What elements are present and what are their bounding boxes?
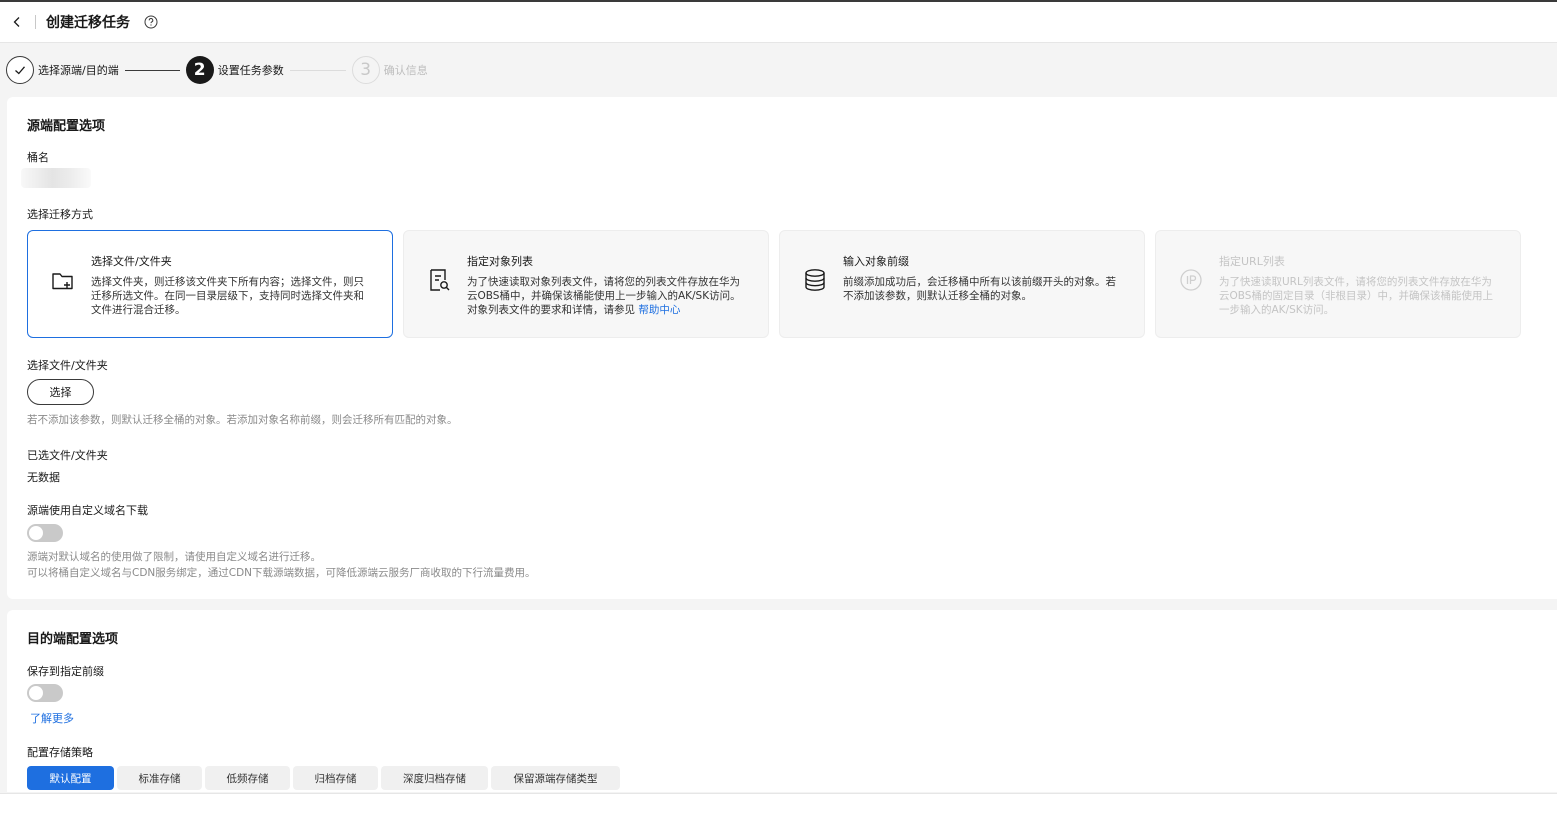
file-select-label: 选择文件/文件夹 (27, 359, 108, 372)
migration-mode-label: 选择迁移方式 (27, 208, 93, 221)
mode-title: 指定URL列表 (1219, 255, 1285, 268)
storage-tab-deep-archive[interactable]: 深度归档存储 (381, 766, 488, 790)
section-title: 源端配置选项 (27, 119, 106, 134)
help-button[interactable] (144, 15, 158, 29)
mode-title: 指定对象列表 (467, 255, 533, 268)
storage-policy-label: 配置存储策略 (27, 746, 93, 759)
source-config-card: 源端配置选项 桶名 选择迁移方式 选择文件/文件夹 选择文件夹，则迁移该文件夹下… (7, 97, 1557, 599)
step-connector (124, 69, 180, 71)
step-label: 确认信息 (383, 64, 428, 77)
folder-add-icon (52, 273, 73, 290)
mode-description: 为了快速读取URL列表文件，请将您的列表文件存放在华为云OBS桶的固定目录（非根… (1219, 276, 1493, 316)
storage-tab-keep-source[interactable]: 保留源端存储类型 (491, 766, 620, 790)
step-1: 选择源端/目的端 (6, 56, 119, 84)
storage-tab-archive[interactable]: 归档存储 (293, 766, 378, 790)
page-title: 创建迁移任务 (46, 15, 130, 31)
ip-icon (1180, 269, 1202, 291)
mode-description: 前缀添加成功后，会迁移桶中所有以该前缀开头的对象。若不添加该参数，则默认迁移全桶… (843, 276, 1116, 302)
database-icon (805, 269, 825, 291)
storage-tab-default[interactable]: 默认配置 (27, 766, 114, 790)
mode-card-object-list[interactable]: 指定对象列表 为了快速读取对象列表文件，请将您的列表文件存放在华为云OBS桶中，… (403, 230, 769, 338)
mode-description: 选择文件夹，则迁移该文件夹下所有内容；选择文件，则只迁移所选文件。在同一目录层级… (91, 276, 364, 316)
select-file-button[interactable]: 选择 (27, 379, 94, 405)
step-indicator: 选择源端/目的端 2 设置任务参数 3 确认信息 (0, 45, 1557, 95)
step-done-badge (6, 56, 34, 84)
custom-domain-toggle[interactable] (27, 524, 63, 542)
step-number: 3 (351, 56, 380, 84)
storage-policy-tabs: 默认配置 标准存储 低频存储 归档存储 深度归档存储 保留源端存储类型 (27, 766, 620, 790)
learn-more-link[interactable]: 了解更多 (30, 710, 74, 726)
selected-files-value: 无数据 (27, 471, 60, 484)
storage-tab-infrequent[interactable]: 低频存储 (205, 766, 290, 790)
help-icon (144, 15, 158, 29)
mode-title: 选择文件/文件夹 (91, 255, 172, 268)
page-header: 创建迁移任务 (0, 2, 1557, 43)
bucket-label: 桶名 (27, 151, 49, 164)
mode-card-file-folder[interactable]: 选择文件/文件夹 选择文件夹，则迁移该文件夹下所有内容；选择文件，则只迁移所选文… (27, 230, 393, 338)
storage-tab-standard[interactable]: 标准存储 (117, 766, 202, 790)
bottom-bar (0, 793, 1557, 828)
section-title: 目的端配置选项 (27, 632, 119, 647)
custom-domain-hint: 源端对默认域名的使用做了限制，请使用自定义域名进行迁移。 (27, 551, 321, 563)
prefix-label: 保存到指定前缀 (27, 665, 104, 678)
chevron-left-icon (13, 17, 20, 27)
mode-title: 输入对象前缀 (843, 255, 909, 268)
selected-files-label: 已选文件/文件夹 (27, 449, 108, 462)
mode-card-url-list[interactable]: 指定URL列表 为了快速读取URL列表文件，请将您的列表文件存放在华为云OBS桶… (1155, 230, 1521, 338)
destination-config-card: 目的端配置选项 保存到指定前缀 了解更多 配置存储策略 默认配置 标准存储 低频… (7, 610, 1557, 792)
mode-description-text: 为了快速读取对象列表文件，请将您的列表文件存放在华为云OBS桶中，并确保该桶能使… (467, 276, 741, 316)
prefix-toggle[interactable] (27, 684, 63, 702)
step-label: 设置任务参数 (217, 64, 284, 77)
mode-card-object-prefix[interactable]: 输入对象前缀 前缀添加成功后，会迁移桶中所有以该前缀开头的对象。若不添加该参数，… (779, 230, 1145, 338)
step-3: 3 确认信息 (351, 56, 428, 84)
step-connector (289, 69, 346, 71)
custom-domain-label: 源端使用自定义域名下载 (27, 504, 148, 517)
select-hint: 若不添加该参数，则默认迁移全桶的对象。若添加对象名称前缀，则会迁移所有匹配的对象… (27, 414, 458, 426)
back-button[interactable] (4, 9, 30, 35)
step-number: 2 (185, 56, 214, 84)
check-icon (15, 66, 25, 75)
help-center-link[interactable]: 帮助中心 (638, 304, 680, 316)
custom-domain-hint: 可以将桶自定义域名与CDN服务绑定，通过CDN下载源端数据，可降低源端云服务厂商… (27, 567, 536, 579)
mode-description: 为了快速读取对象列表文件，请将您的列表文件存放在华为云OBS桶中，并确保该桶能使… (467, 275, 747, 317)
step-2: 2 设置任务参数 (185, 56, 284, 84)
file-search-icon (430, 269, 450, 291)
step-label: 选择源端/目的端 (38, 64, 119, 77)
header-divider (35, 15, 36, 29)
bucket-name-redacted (21, 168, 91, 188)
